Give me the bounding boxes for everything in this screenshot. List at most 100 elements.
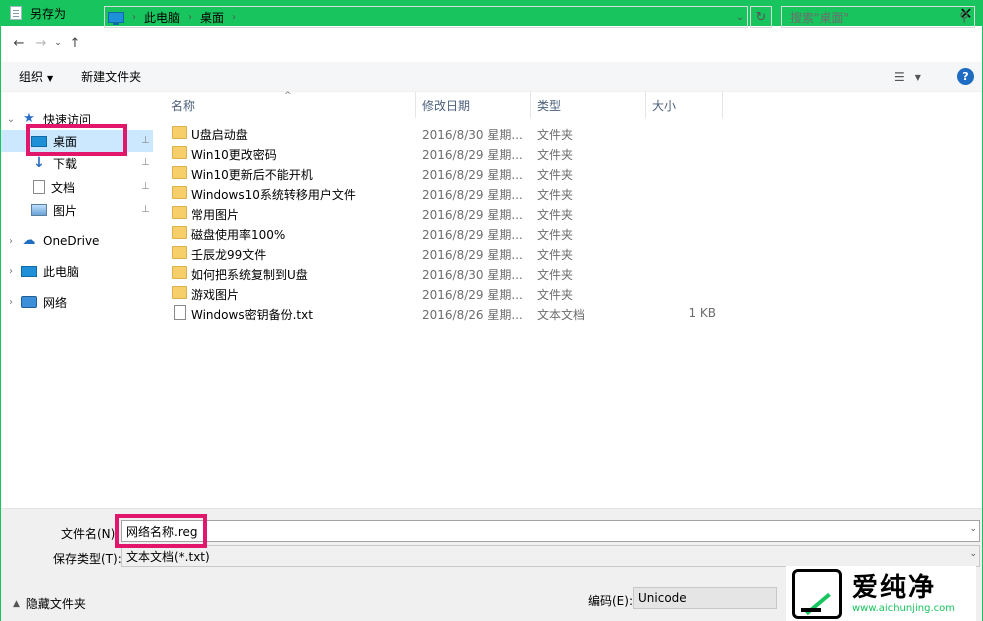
document-icon <box>33 180 45 194</box>
new-folder-button[interactable]: 新建文件夹 <box>81 68 141 85</box>
sidebar-item-pictures[interactable]: 图片 ⊥ <box>1 199 153 221</box>
save-type-value: 文本文档(*.txt) <box>126 549 210 564</box>
chevron-down-icon[interactable]: ⌄ <box>5 114 17 125</box>
file-row[interactable]: 常用图片 2016/8/29 星期... 文件夹 <box>154 203 982 223</box>
pin-icon[interactable]: ⊥ <box>141 205 150 215</box>
refresh-button[interactable]: ↻ <box>750 6 772 28</box>
save-type-select[interactable]: 文本文档(*.txt) ⌄ <box>121 545 980 567</box>
help-button[interactable]: ? <box>957 68 974 85</box>
file-date: 2016/8/29 星期... <box>422 208 523 222</box>
encoding-select[interactable]: Unicode <box>633 587 777 609</box>
file-row[interactable]: 如何把系统复制到U盘 2016/8/30 星期... 文件夹 <box>154 263 982 283</box>
file-name: 壬辰龙99文件 <box>191 248 267 262</box>
file-date: 2016/8/29 星期... <box>422 228 523 242</box>
file-row[interactable]: Win10更新后不能开机 2016/8/29 星期... 文件夹 <box>154 163 982 183</box>
forward-button[interactable]: → <box>30 32 52 54</box>
filename-label: 文件名(N): <box>61 527 120 541</box>
pictures-icon <box>31 204 47 216</box>
organize-label: 组织 <box>19 70 44 84</box>
chevron-down-icon[interactable]: ⌄ <box>969 524 977 534</box>
breadcrumb-separator-icon[interactable]: › <box>132 12 136 23</box>
sidebar-item-label: OneDrive <box>43 234 100 248</box>
address-dropdown-button[interactable]: ⌄ <box>732 6 748 28</box>
sidebar-item-label: 此电脑 <box>43 264 80 279</box>
file-name: U盘启动盘 <box>191 128 248 142</box>
file-date: 2016/8/29 星期... <box>422 148 523 162</box>
up-button[interactable]: ↑ <box>64 32 86 54</box>
file-name: Win10更改密码 <box>191 148 277 162</box>
file-date: 2016/8/30 星期... <box>422 268 523 282</box>
brand-logo-icon <box>792 568 842 619</box>
pin-icon[interactable]: ⊥ <box>141 158 150 168</box>
breadcrumb-this-pc[interactable]: 此电脑 <box>144 9 180 26</box>
file-list: ^ 名称 修改日期 类型 大小 U盘启动盘 2016/8/30 星期... 文件夹 W… <box>154 91 982 508</box>
pin-icon[interactable]: ⊥ <box>141 182 150 192</box>
watermark: 爱纯净 www.aichunjing.com <box>786 566 976 621</box>
navigation-bar: ← → ⌄ ↑ <box>0 26 983 60</box>
filename-field[interactable]: 网络名称.reg ⌄ <box>121 520 980 542</box>
file-type: 文件夹 <box>537 288 574 302</box>
view-options-button[interactable]: ☰ ▼ <box>894 68 934 86</box>
organize-button[interactable]: 组织 ▼ <box>19 68 53 85</box>
column-header-label: 类型 <box>537 98 562 113</box>
hide-folders-label: 隐藏文件夹 <box>25 597 86 611</box>
folder-icon <box>172 166 187 179</box>
file-row[interactable]: U盘启动盘 2016/8/30 星期... 文件夹 <box>154 123 982 143</box>
file-date: 2016/8/29 星期... <box>422 168 523 182</box>
sidebar-item-documents[interactable]: 文档 ⊥ <box>1 176 153 198</box>
folder-icon <box>172 146 187 159</box>
file-row[interactable]: 磁盘使用率100% 2016/8/29 星期... 文件夹 <box>154 223 982 243</box>
refresh-icon: ↻ <box>755 9 767 25</box>
cloud-icon: ☁ <box>22 233 36 248</box>
file-row[interactable]: Win10更改密码 2016/8/29 星期... 文件夹 <box>154 143 982 163</box>
search-icon: ⚲ <box>959 9 969 25</box>
network-icon <box>21 296 37 308</box>
file-row[interactable]: Windows10系统转移用户文件 2016/8/29 星期... 文件夹 <box>154 183 982 203</box>
column-header-date[interactable]: 修改日期 <box>416 92 531 118</box>
breadcrumb-desktop[interactable]: 桌面 <box>200 9 224 26</box>
sidebar-item-label: 图片 <box>53 203 78 218</box>
chevron-down-icon: ⌄ <box>969 549 977 559</box>
chevron-down-icon: ⌄ <box>735 11 745 23</box>
chevron-right-icon[interactable]: › <box>5 236 17 247</box>
column-header-label: 名称 <box>171 98 196 113</box>
column-header-label: 大小 <box>652 98 677 113</box>
chevron-right-icon[interactable]: › <box>5 266 17 277</box>
search-box[interactable]: 搜索"桌面" ⚲ <box>781 6 975 28</box>
folder-icon <box>172 186 187 199</box>
file-row[interactable]: 壬辰龙99文件 2016/8/29 星期... 文件夹 <box>154 243 982 263</box>
column-header-name[interactable]: 名称 <box>154 92 416 118</box>
chevron-down-icon: ⌄ <box>54 38 62 48</box>
sidebar-item-network[interactable]: › 网络 <box>5 291 153 313</box>
chevron-up-icon: ▲ <box>13 598 20 609</box>
pin-icon[interactable]: ⊥ <box>141 136 150 146</box>
file-type: 文件夹 <box>537 208 574 222</box>
hide-folders-button[interactable]: ▲ 隐藏文件夹 <box>13 595 86 612</box>
breadcrumb-separator-icon[interactable]: › <box>188 12 192 23</box>
sidebar-item-this-pc[interactable]: › 此电脑 <box>5 260 153 282</box>
address-bar[interactable]: › 此电脑 › 桌面 › <box>104 6 748 28</box>
breadcrumb-separator-icon[interactable]: › <box>232 12 236 23</box>
back-arrow-icon: ← <box>13 35 25 51</box>
sidebar-item-onedrive[interactable]: › ☁ OneDrive <box>5 230 153 252</box>
watermark-url: www.aichunjing.com <box>852 602 955 614</box>
file-row[interactable]: Windows密钥备份.txt 2016/8/26 星期... 文本文档 1 KB <box>154 303 982 323</box>
chevron-right-icon[interactable]: › <box>5 297 17 308</box>
back-button[interactable]: ← <box>8 32 30 54</box>
folder-icon <box>172 226 187 239</box>
column-header-type[interactable]: 类型 <box>531 92 646 118</box>
column-header-size[interactable]: 大小 <box>646 92 723 118</box>
download-icon: ↓ <box>33 155 45 171</box>
file-name: Windows密钥备份.txt <box>191 308 313 322</box>
file-date: 2016/8/29 星期... <box>422 288 523 302</box>
caret-down-icon: ▼ <box>47 74 54 83</box>
search-input[interactable]: 搜索"桌面" <box>790 9 954 26</box>
this-pc-icon <box>108 11 124 25</box>
file-row[interactable]: 游戏图片 2016/8/29 星期... 文件夹 <box>154 283 982 303</box>
folder-icon <box>172 286 187 299</box>
folder-icon <box>172 266 187 279</box>
forward-arrow-icon: → <box>35 35 47 51</box>
file-name: Windows10系统转移用户文件 <box>191 188 356 202</box>
watermark-brand: 爱纯净 <box>852 572 937 603</box>
recent-locations-button[interactable]: ⌄ <box>52 32 64 54</box>
